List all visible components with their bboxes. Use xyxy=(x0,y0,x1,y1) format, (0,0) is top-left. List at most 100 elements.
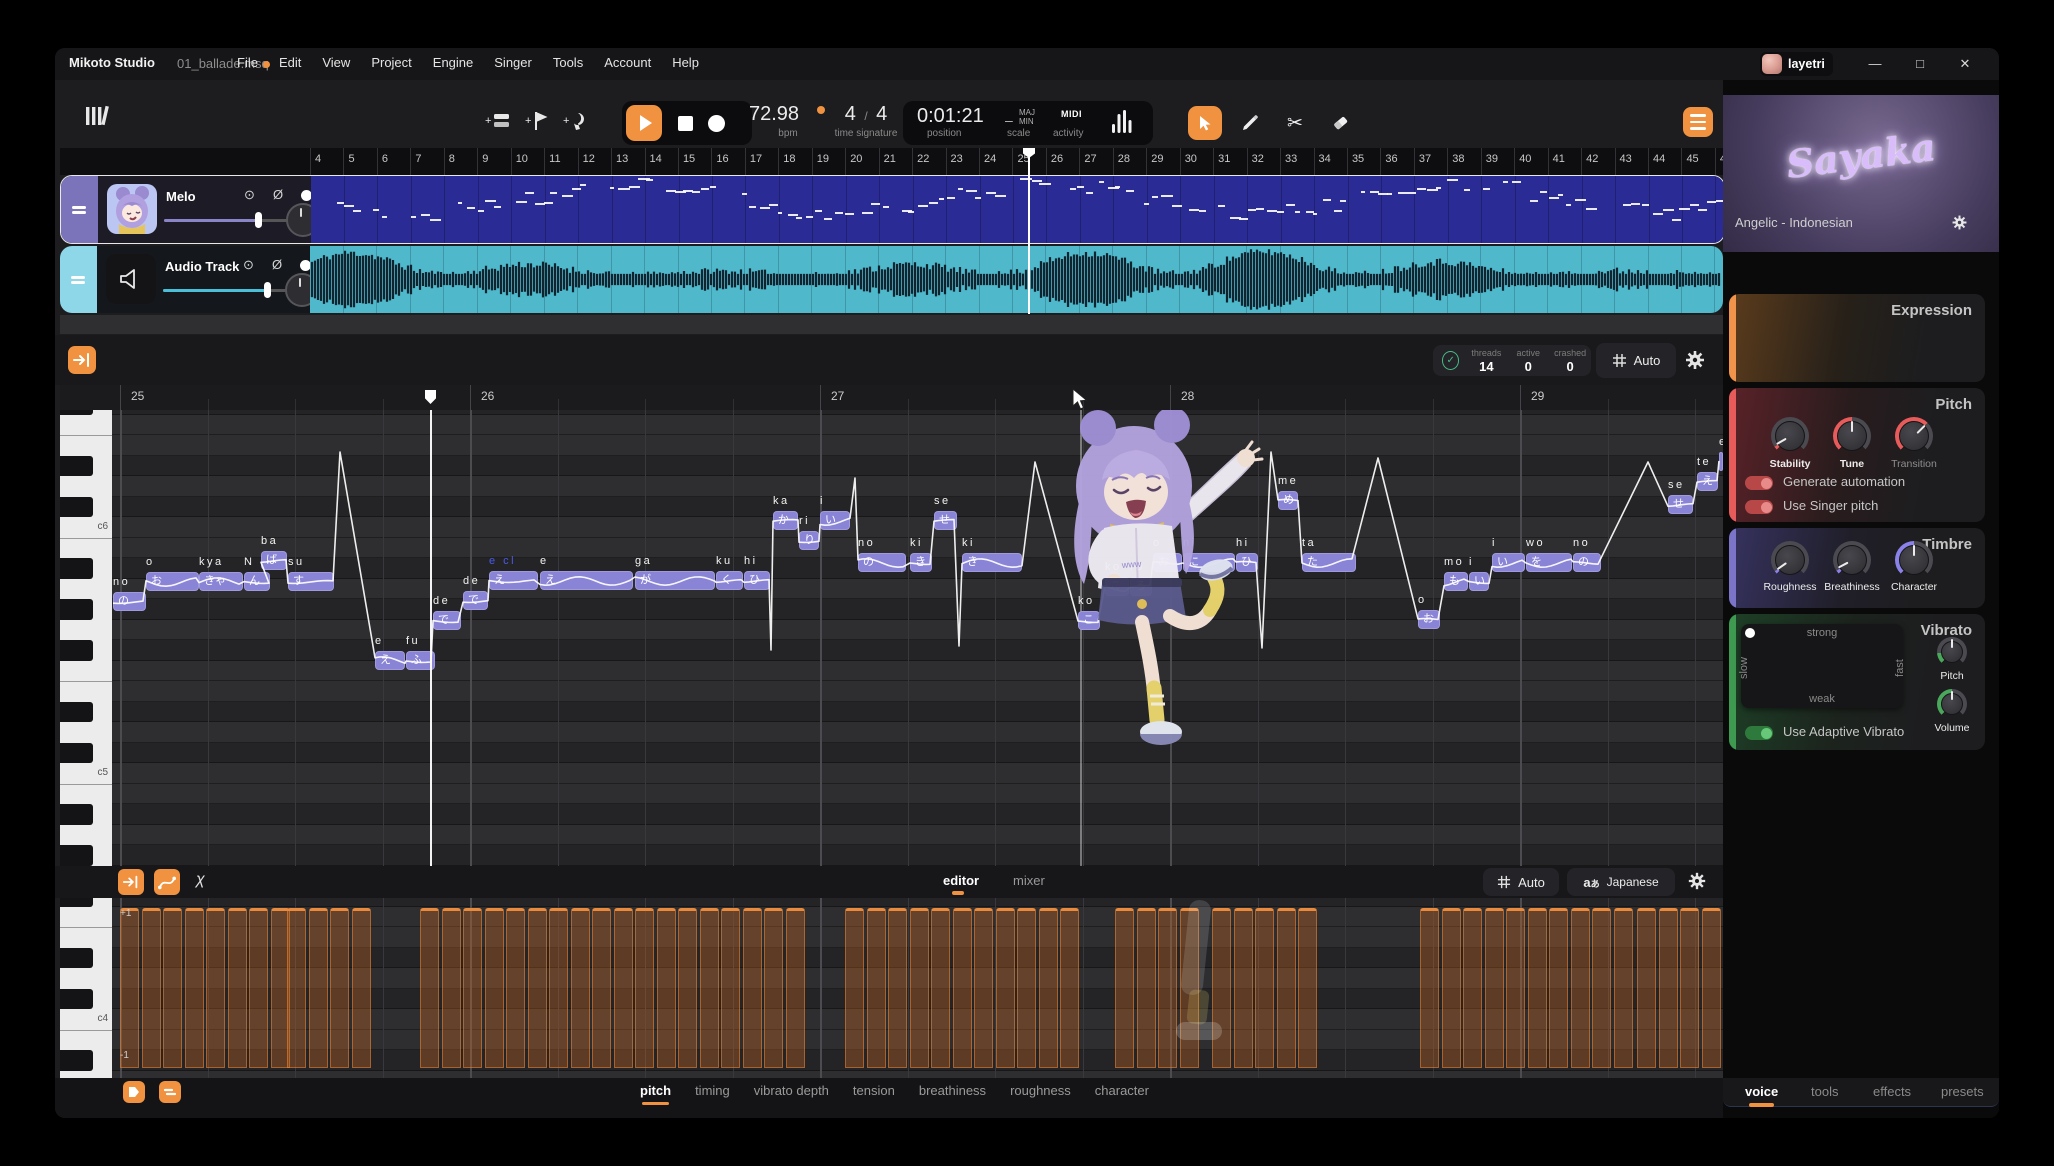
cursor-tool-button[interactable] xyxy=(1188,106,1222,140)
pencil-tool-button[interactable] xyxy=(1233,106,1267,140)
note[interactable]: く xyxy=(716,571,743,590)
param-tab-tension[interactable]: tension xyxy=(853,1083,895,1098)
stop-button[interactable] xyxy=(678,116,693,131)
note[interactable]: え xyxy=(1697,472,1718,491)
tab-editor[interactable]: editor xyxy=(943,873,979,888)
add-track-icon[interactable]: + xyxy=(485,110,511,132)
bpm-display[interactable]: 72.98 bpm xyxy=(749,103,827,139)
track-name[interactable]: Melo xyxy=(166,189,196,204)
timbre-panel[interactable]: Timbre RoughnessBreathinessCharacter xyxy=(1729,528,1985,608)
tab-mixer[interactable]: mixer xyxy=(1013,873,1045,888)
toggle-use-adaptive-vibrato[interactable] xyxy=(1745,726,1773,740)
grid-auto-button[interactable]: Auto xyxy=(1483,868,1559,896)
piano-key-black[interactable] xyxy=(60,497,93,518)
param-tab-timing[interactable]: timing xyxy=(695,1083,730,1098)
speaker-icon[interactable] xyxy=(106,254,156,304)
knob[interactable] xyxy=(1771,417,1809,455)
expression-panel[interactable]: Expression xyxy=(1729,294,1985,382)
close-button[interactable]: ✕ xyxy=(1950,54,1980,74)
volume-slider[interactable] xyxy=(163,289,293,292)
editor-playhead-marker[interactable] xyxy=(425,390,436,404)
knob[interactable] xyxy=(1895,417,1933,455)
note[interactable]: き xyxy=(962,553,1022,572)
parameter-lane[interactable]: +1 -1 xyxy=(112,898,1723,1078)
knob[interactable] xyxy=(1937,637,1967,667)
solo-icon[interactable]: ⊙ xyxy=(243,257,254,273)
piano-key-black[interactable] xyxy=(60,948,93,969)
eraser-tool-button[interactable] xyxy=(1323,106,1357,140)
track-name[interactable]: Audio Track xyxy=(165,259,239,274)
audio-track-clip[interactable] xyxy=(310,246,1723,313)
singer-card[interactable]: Sayaka Angelic - Indonesian xyxy=(1723,95,1999,252)
menu-view[interactable]: View xyxy=(322,55,350,70)
menu-edit[interactable]: Edit xyxy=(279,55,301,70)
note[interactable]: え xyxy=(489,571,538,590)
piano-key-black[interactable] xyxy=(60,898,93,907)
vibrato-panel[interactable]: Vibrato strong weak slow fast PitchVolum… xyxy=(1729,614,1985,750)
note[interactable]: え xyxy=(1719,452,1723,471)
piano-key-black[interactable] xyxy=(60,410,93,415)
knob[interactable] xyxy=(1833,541,1871,579)
solo-icon[interactable]: ⊙ xyxy=(244,187,255,203)
piano-keys-parameter[interactable]: c4 xyxy=(60,898,113,1078)
curve-tool-button[interactable] xyxy=(154,869,180,895)
melo-track-clip[interactable] xyxy=(311,176,1724,243)
note[interactable]: い xyxy=(1492,553,1525,572)
piano-key-black[interactable] xyxy=(60,558,93,579)
piano-keys[interactable]: c6c5 xyxy=(60,410,113,866)
note[interactable]: た xyxy=(1302,553,1356,572)
note[interactable]: ば xyxy=(261,551,287,570)
menu-account[interactable]: Account xyxy=(604,55,651,70)
slider-thumb[interactable] xyxy=(264,282,271,298)
menu-singer[interactable]: Singer xyxy=(494,55,532,70)
minimize-button[interactable]: — xyxy=(1860,54,1890,74)
track-color-strip[interactable] xyxy=(61,176,98,243)
piano-key-black[interactable] xyxy=(60,599,93,620)
note[interactable]: す xyxy=(288,572,334,591)
note[interactable]: せ xyxy=(934,511,957,530)
track-row-audio[interactable]: Audio Track ⊙ Ø xyxy=(60,246,1723,313)
pitch-panel[interactable]: Pitch StabilityTuneTransitionGenerate au… xyxy=(1729,388,1985,522)
note[interactable]: せ xyxy=(1668,495,1693,514)
snap-tool-button[interactable] xyxy=(118,869,144,895)
note[interactable]: の xyxy=(113,592,146,611)
menu-engine[interactable]: Engine xyxy=(433,55,473,70)
note[interactable]: も xyxy=(1444,572,1468,591)
param-tab-character[interactable]: character xyxy=(1095,1083,1149,1098)
library-icon[interactable] xyxy=(83,102,111,130)
knob[interactable] xyxy=(1937,689,1967,719)
play-button[interactable] xyxy=(626,105,662,141)
toggle-use-singer-pitch[interactable] xyxy=(1745,500,1773,514)
add-flag-marker-icon[interactable]: + xyxy=(525,110,549,132)
param-lines-icon[interactable] xyxy=(159,1081,181,1103)
track-row-melo[interactable]: Melo ⊙ Ø xyxy=(60,175,1725,244)
chi-tool-button[interactable]: χ xyxy=(196,871,205,889)
record-button[interactable] xyxy=(708,115,725,132)
piano-key-black[interactable] xyxy=(60,845,93,866)
editor-gear-icon[interactable] xyxy=(1687,871,1707,891)
note[interactable]: で xyxy=(463,591,488,610)
note[interactable]: で xyxy=(433,611,461,630)
param-tab-roughness[interactable]: roughness xyxy=(1010,1083,1071,1098)
voice-tab-tools[interactable]: tools xyxy=(1811,1084,1838,1099)
piano-key-black[interactable] xyxy=(60,804,93,825)
note[interactable]: い xyxy=(1469,572,1489,591)
voice-tab-effects[interactable]: effects xyxy=(1873,1084,1911,1099)
language-selector[interactable]: aあ Japanese xyxy=(1567,868,1675,896)
hamburger-menu-button[interactable] xyxy=(1683,107,1713,137)
piano-key-black[interactable] xyxy=(60,702,93,723)
piano-key-black[interactable] xyxy=(60,1050,93,1071)
editor-settings-gear-icon[interactable] xyxy=(1684,349,1706,371)
user-account-chip[interactable]: layetri xyxy=(1760,52,1833,76)
note[interactable]: ひ xyxy=(744,571,770,590)
note[interactable]: ん xyxy=(244,572,270,591)
toggle-generate-automation[interactable] xyxy=(1745,476,1773,490)
scissors-tool-button[interactable]: ✂ xyxy=(1278,106,1312,140)
note[interactable]: え xyxy=(375,651,405,670)
voice-tab-presets[interactable]: presets xyxy=(1941,1084,1984,1099)
auto-scroll-button[interactable]: Auto xyxy=(1596,343,1676,378)
note[interactable]: きゃ xyxy=(199,572,243,591)
timeline-ruler[interactable]: 4567891011121314151617181920212223242526… xyxy=(60,148,1723,175)
note[interactable]: を xyxy=(1526,553,1572,572)
singer-settings-gear-icon[interactable] xyxy=(1951,214,1968,231)
